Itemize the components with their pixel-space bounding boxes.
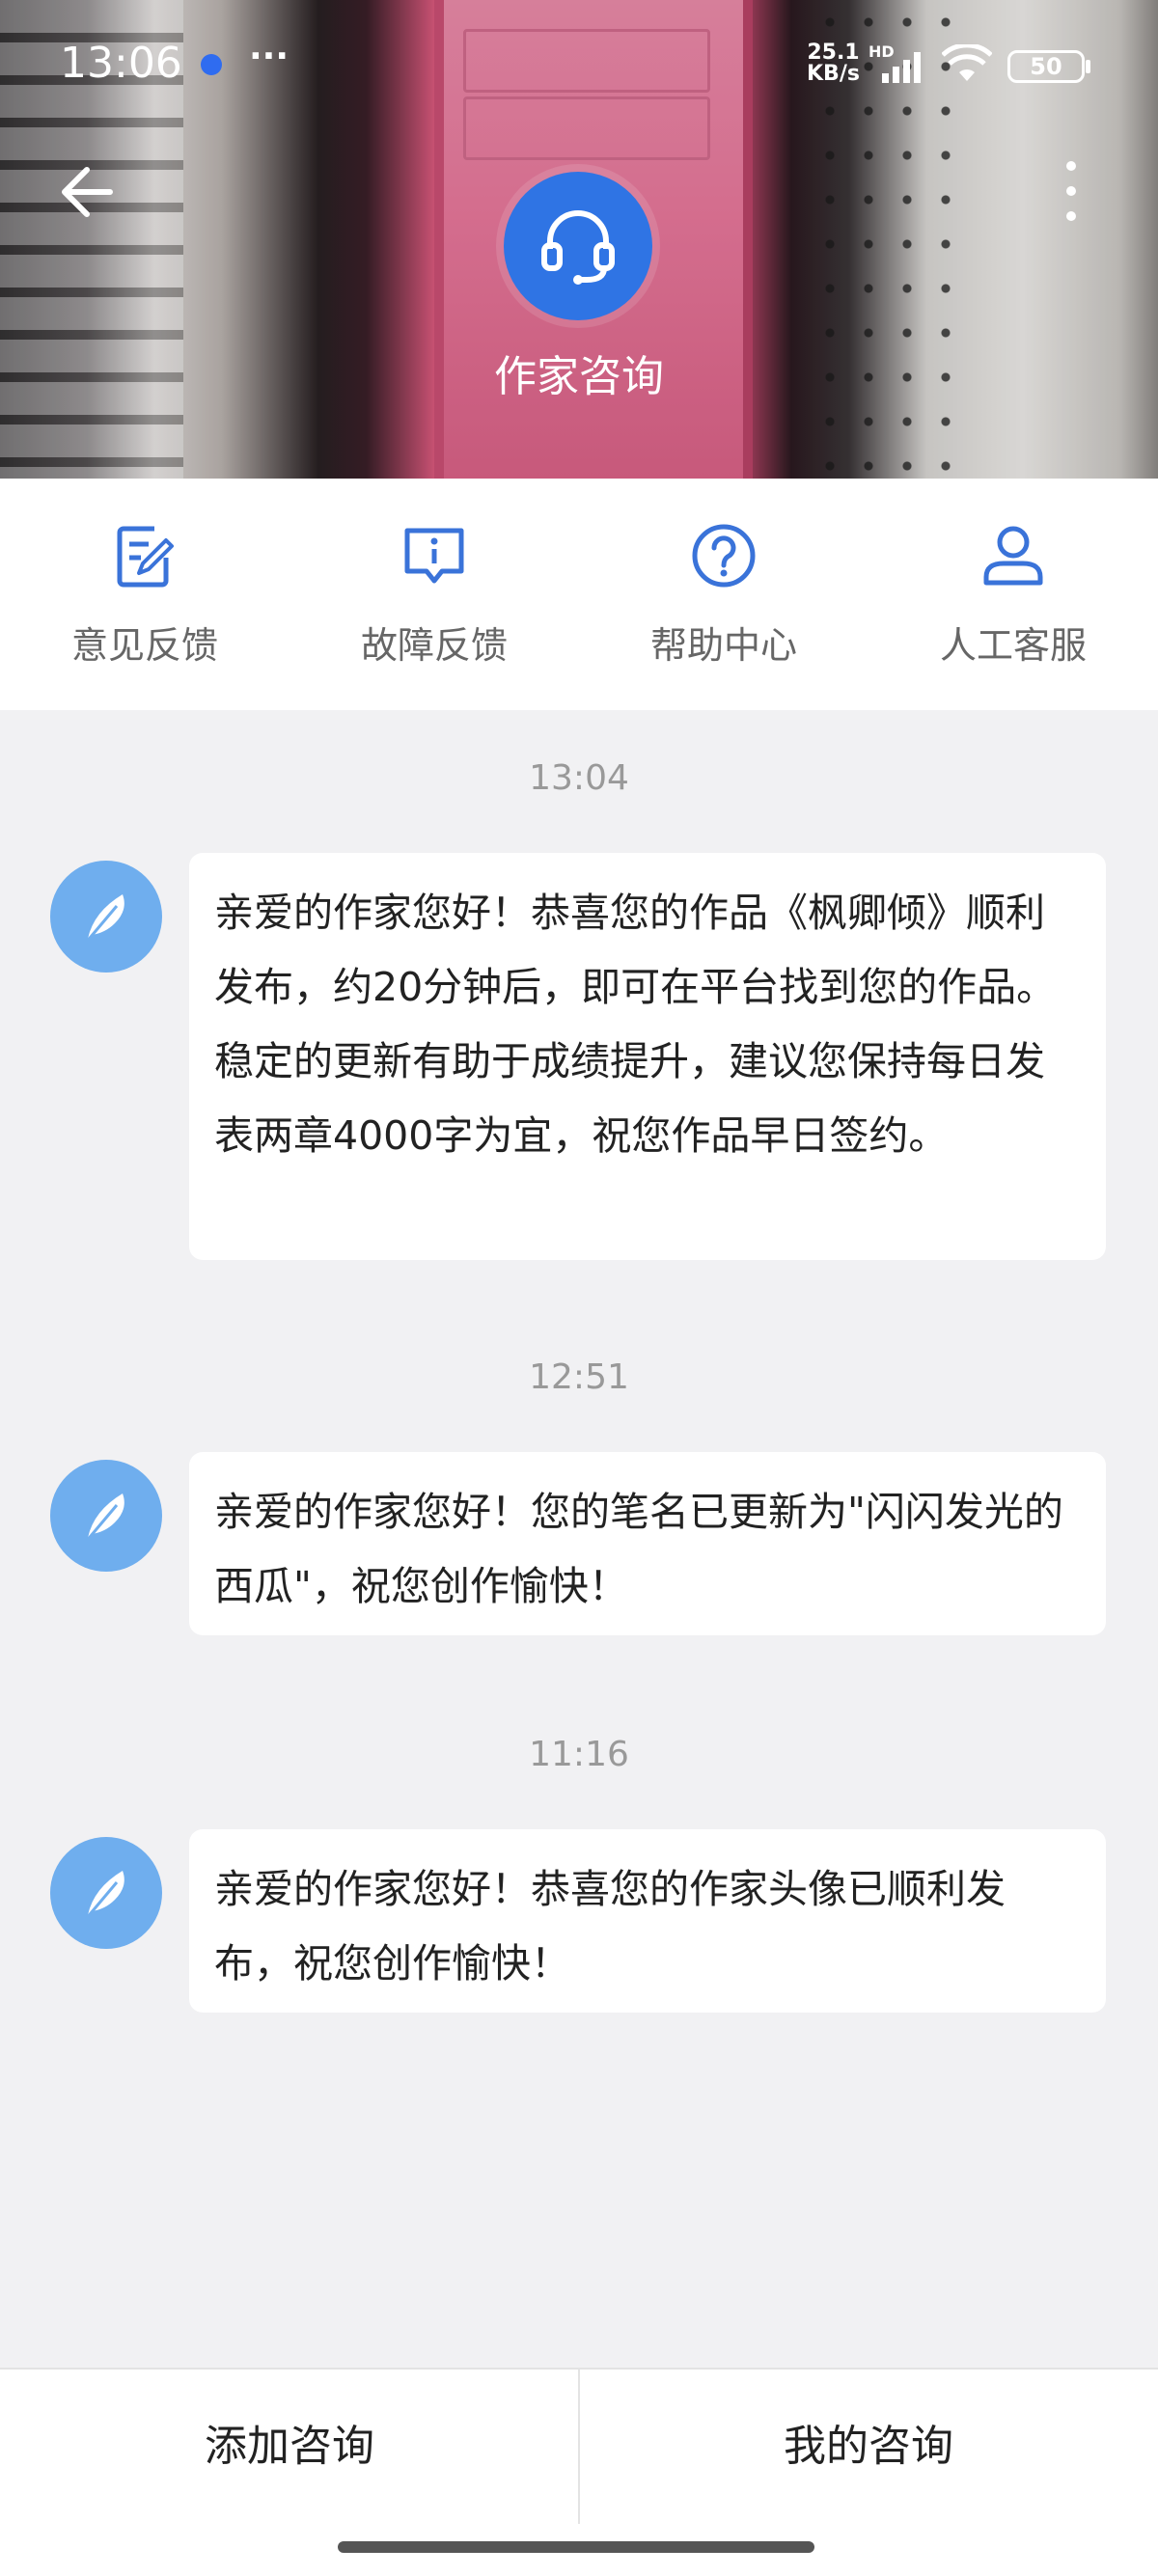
status-time: 13:06: [60, 39, 182, 88]
signal-icon: [882, 52, 921, 83]
menu-item-human-service[interactable]: 人工客服: [868, 479, 1158, 710]
wifi-icon: [942, 44, 992, 81]
menu-item-bug-report[interactable]: 故障反馈: [290, 479, 579, 710]
more-options-button[interactable]: [1058, 156, 1085, 226]
my-consultations-button[interactable]: 我的咨询: [579, 2370, 1158, 2524]
message-timestamp: 12:51: [529, 1357, 629, 1397]
message-bubble: 亲爱的作家您好！恭喜您的作家头像已顺利发布，祝您创作愉快！: [189, 1829, 1106, 2013]
more-notifications-icon: ···: [249, 37, 290, 76]
service-avatar: [504, 172, 652, 320]
back-button[interactable]: [54, 158, 122, 226]
question-circle-icon: [692, 524, 756, 588]
battery-icon: 50: [1007, 50, 1085, 83]
message-bubble: 亲爱的作家您好！恭喜您的作品《枫卿倾》顺利发布，约20分钟后，即可在平台找到您的…: [189, 853, 1106, 1260]
bottom-action-bar: 添加咨询 我的咨询: [0, 2368, 1158, 2576]
home-indicator[interactable]: [338, 2541, 814, 2553]
bot-avatar: [50, 861, 162, 973]
headset-icon: [541, 210, 615, 285]
status-bar: 13:06 ··· 25.1 KB/s HD 50: [0, 0, 1158, 125]
feather-icon: [84, 1871, 124, 1920]
menu-item-help-center[interactable]: 帮助中心: [579, 479, 868, 710]
add-consultation-button[interactable]: 添加咨询: [0, 2370, 579, 2524]
bot-avatar: [50, 1460, 162, 1572]
feather-icon: [84, 1494, 124, 1543]
feather-icon: [84, 894, 124, 944]
person-icon: [983, 526, 1043, 586]
edit-document-icon: [117, 526, 174, 588]
message-timestamp: 11:16: [529, 1735, 629, 1774]
menu-item-feedback[interactable]: 意见反馈: [0, 479, 290, 710]
notification-icon: [201, 54, 222, 75]
message-timestamp: 13:04: [529, 758, 629, 798]
info-message-icon: [404, 528, 464, 584]
message-list[interactable]: 13:04 亲爱的作家您好！恭喜您的作品《枫卿倾》顺利发布，约20分钟后，即可在…: [0, 710, 1158, 2370]
quick-menu: 意见反馈 故障反馈 帮助中心 人工客服: [0, 479, 1158, 710]
bot-avatar: [50, 1837, 162, 1949]
message-bubble: 亲爱的作家您好！您的笔名已更新为"闪闪发光的西瓜"，祝您创作愉快！: [189, 1452, 1106, 1635]
network-speed: 25.1 KB/s: [807, 41, 860, 86]
page-title: 作家咨询: [494, 352, 664, 401]
